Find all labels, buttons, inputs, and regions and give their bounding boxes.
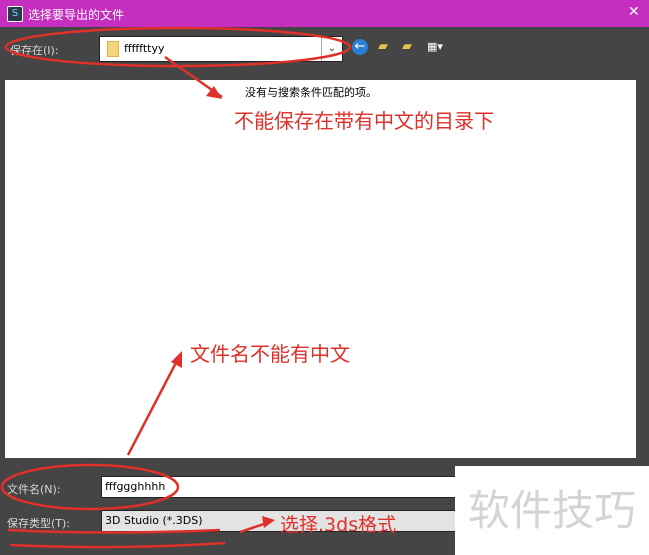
highlight-ellipse-path	[4, 26, 352, 68]
highlight-ellipse-filename	[0, 463, 180, 511]
underline-filetype-2	[9, 541, 226, 549]
arrow-filename	[126, 354, 182, 456]
annotation-marks	[0, 26, 352, 549]
underline-filetype	[7, 528, 221, 534]
